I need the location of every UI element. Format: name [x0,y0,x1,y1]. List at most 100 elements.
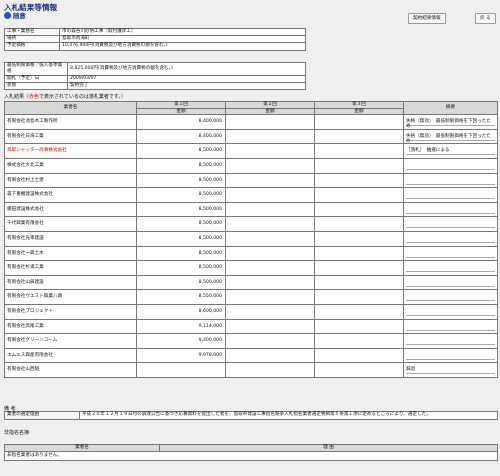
page-subtitle: 随意 [4,11,26,20]
remark-text: ［落札］ 抽選による [406,148,495,156]
remarks-cell [403,318,498,335]
info-value: 10,476,900円(消費税及び地方消費税の額を含む。) [59,42,306,51]
round2-amount [225,260,315,276]
round2-amount [225,347,315,364]
remarks-cell [403,274,498,291]
contract-info-button[interactable]: 契約結果情報 [408,13,446,24]
remark-text: 失格（無効） 最低制限価格を下回ったため [406,134,495,144]
subtitle-text: 随意 [13,12,26,20]
round1-amount: 8,500,000 [136,245,226,262]
round3-amount [314,128,404,145]
table-row: 有限会社高尾工業 9,114,000 [4,318,498,335]
round3-amount [314,187,404,203]
bidder-name: エムエス興産有限会社 [4,347,137,364]
col-header-round1: 第１回 [136,101,226,109]
remark-text [406,163,495,170]
col-header-name: 業者名 [4,444,160,452]
round2-amount [225,245,315,262]
round1-amount: 8,550,000 [136,289,226,305]
remarks-cell [403,230,498,247]
round1-amount: 8,500,000 [136,201,226,218]
col-header-remarks: 摘要 [403,100,498,116]
round1-amount [136,362,226,378]
remarks-cell: 失格（無効） 最低制限価格を下回ったため [403,128,498,145]
remarks-cell [403,187,498,203]
table-row: 有限会社グリーンコーム 9,400,000 [4,333,498,349]
remark-text: 辞退 [406,367,495,375]
round1-amount: 9,400,000 [136,333,226,349]
table-row: 株式会社大北工業 8,500,000 [4,157,498,174]
empty-message: 非指名業者はありません。 [4,451,498,461]
info-value: 2009/03/07 [67,74,306,84]
back-button[interactable]: 戻 る [475,13,496,24]
remarks-cell [403,216,498,232]
bidder-name: 有限会社山西組 [4,362,137,378]
col-header-reason: 理 由 [159,444,498,452]
round1-amount: 8,500,000 [136,157,226,174]
bidder-name: 有限会社杉浦工業 [4,260,137,276]
round1-amount: 9,978,000 [136,347,226,364]
bidder-name: 鳥取シャッター商事株式会社 [4,143,137,159]
round2-amount [225,172,315,189]
info-row: 場所 島取市丙海町 [4,35,306,44]
table-row: 有限会社日海工業 8,400,000 失格（無効） 最低制限価格を下回ったため [4,128,498,145]
non-nominated-table: 業者名 理 由 非指名業者はありません。 [4,444,498,461]
bidder-name: 藤田建設株式会社 [4,201,137,218]
round2-amount [225,333,315,349]
remarks-cell [403,303,498,320]
notes-label: 業者の選定理由 [4,411,80,420]
heading-prefix: 入札結果（ [4,94,30,100]
table-row: 有限会社杉浦工業 8,500,000 [4,260,498,276]
round3-amount [314,303,404,320]
table-row: 藤田建設株式会社 8,500,000 [4,201,498,218]
round2-amount [225,303,315,320]
heading-suffix: で表示されているのは落札業者です。） [39,94,126,100]
heading-red: 赤色 [29,94,40,100]
round1-amount: 8,500,000 [136,274,226,291]
info-row: 最低制限価格／低入基準価格 8,825,000円(消費税及び地方消費税の額を含む… [4,62,306,76]
remark-text [406,236,495,243]
table-row: 有限会社ウエスト興業八頭 8,550,000 [4,289,498,305]
remarks-cell [403,245,498,262]
round3-amount [314,216,404,232]
remark-text: 失格（無効） 最低制限価格を下回ったため [406,119,495,129]
bidder-name: 有限会社一興土木 [4,245,137,262]
bidder-name: 有限会社グリーンコーム [4,333,137,349]
remarks-cell: ［落札］ 抽選による [403,143,498,159]
remark-text [406,324,495,331]
round3-amount [314,143,404,159]
info-label: 予定価格 [4,42,60,51]
col-header-name: 業者名 [4,100,137,116]
info-label: 最低制限価格／低入基準価格 [4,62,68,76]
remark-text [406,265,495,273]
info-value: 島取市丙海町 [59,35,306,44]
remark-text [406,221,495,229]
round3-amount [314,260,404,276]
col-header-amount: 金額 [314,107,404,116]
round3-amount [314,318,404,335]
remark-text [406,280,495,287]
remark-text [406,338,495,346]
round1-amount: 8,500,000 [136,172,226,189]
round3-amount [314,333,404,349]
round3-amount [314,114,404,130]
col-header-round2: 第２回 [225,101,315,109]
table-row: 森下重機建設株式会社 8,500,000 [4,187,498,203]
remarks-cell [403,347,498,364]
info-label: 工事・業務名 [4,27,60,37]
table-row: 千代興業有限会社 8,500,000 [4,216,498,232]
info-value: 市の森谷川砂防工事（取付護岸工） [59,27,306,37]
table-row: 有限会社池島木工製作所 8,400,000 失格（無効） 最低制限価格を下回ったため [4,114,498,130]
col-header-amount: 金額 [136,107,226,116]
remark-text [406,178,495,185]
remarks-cell: 辞退 [403,362,498,378]
info-label: 場所 [4,35,60,44]
round3-amount [314,201,404,218]
round3-amount [314,230,404,247]
round2-amount [225,128,315,145]
round1-amount: 8,500,000 [136,216,226,232]
remarks-cell [403,201,498,218]
remarks-cell: 失格（無効） 最低制限価格を下回ったため [403,114,498,130]
round2-amount [225,187,315,203]
info-value: 契約完了 [67,82,306,91]
